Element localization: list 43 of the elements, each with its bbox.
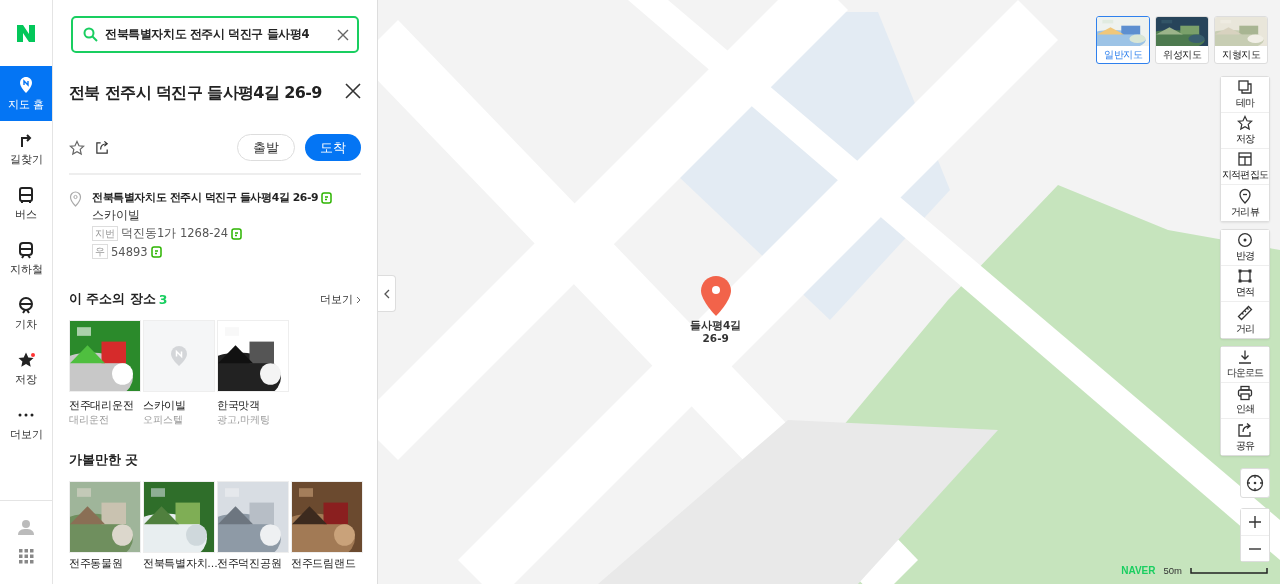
place-name[interactable]: 한국맛객	[217, 399, 289, 412]
road-address: 전북특별자치도 전주시 덕진구 들사평4길 26-9	[92, 191, 319, 205]
placeholder-pin-icon	[171, 346, 187, 366]
search-icon	[83, 27, 98, 42]
star-icon[interactable]	[69, 139, 85, 156]
place-name[interactable]: 전주덕진공원	[217, 557, 289, 570]
address-value: 덕진동1가 1268-24	[121, 226, 229, 241]
building-name: 스카이빌	[92, 208, 141, 223]
address-type-badge: 지번	[92, 226, 118, 241]
copy-icon[interactable]	[231, 227, 243, 240]
bus-icon	[17, 185, 35, 204]
user-icon[interactable]	[18, 519, 34, 535]
clear-icon[interactable]	[337, 28, 349, 41]
place-name[interactable]: 전주동물원	[69, 557, 141, 570]
copy-icon[interactable]	[321, 192, 333, 204]
place-category: 오피스텔	[143, 413, 184, 426]
place-name[interactable]: 전주대리운전	[69, 399, 141, 412]
arrival-button[interactable]: 도착	[305, 134, 361, 161]
place-title: 전북 전주시 덕진구 들사평4길 26-9	[69, 83, 322, 104]
address-value: 54893	[111, 244, 148, 259]
section-title: 이 주소의 장소	[69, 291, 156, 308]
place-category: 대리운전	[69, 413, 110, 426]
more-link[interactable]: 더보기	[320, 292, 361, 307]
train-icon	[17, 295, 35, 314]
place-name[interactable]: 전북특별자치…	[143, 557, 215, 570]
location-pin-icon	[69, 191, 82, 207]
apps-grid-icon[interactable]	[18, 549, 34, 564]
departure-button[interactable]: 출발	[237, 134, 295, 161]
section-title: 가볼만한 곳	[69, 452, 139, 469]
place-name[interactable]: 스카이빌	[143, 399, 215, 412]
place-name[interactable]: 전주드림랜드	[291, 557, 363, 570]
place-category: 광고,마케팅	[217, 413, 272, 426]
chevron-right-icon	[356, 295, 361, 304]
more-icon	[17, 412, 35, 417]
subway-icon	[17, 240, 35, 259]
share-icon[interactable]	[95, 140, 110, 155]
place-count: 3	[158, 292, 168, 307]
nav-item[interactable]: 지도 홈	[0, 66, 52, 121]
logo-icon[interactable]	[17, 24, 35, 42]
close-icon[interactable]	[345, 83, 361, 99]
copy-icon[interactable]	[150, 245, 162, 258]
search-field[interactable]: 전북특별자치도 전주시 덕진구 들사평4	[71, 16, 359, 53]
address-type-badge: 우	[92, 244, 108, 259]
